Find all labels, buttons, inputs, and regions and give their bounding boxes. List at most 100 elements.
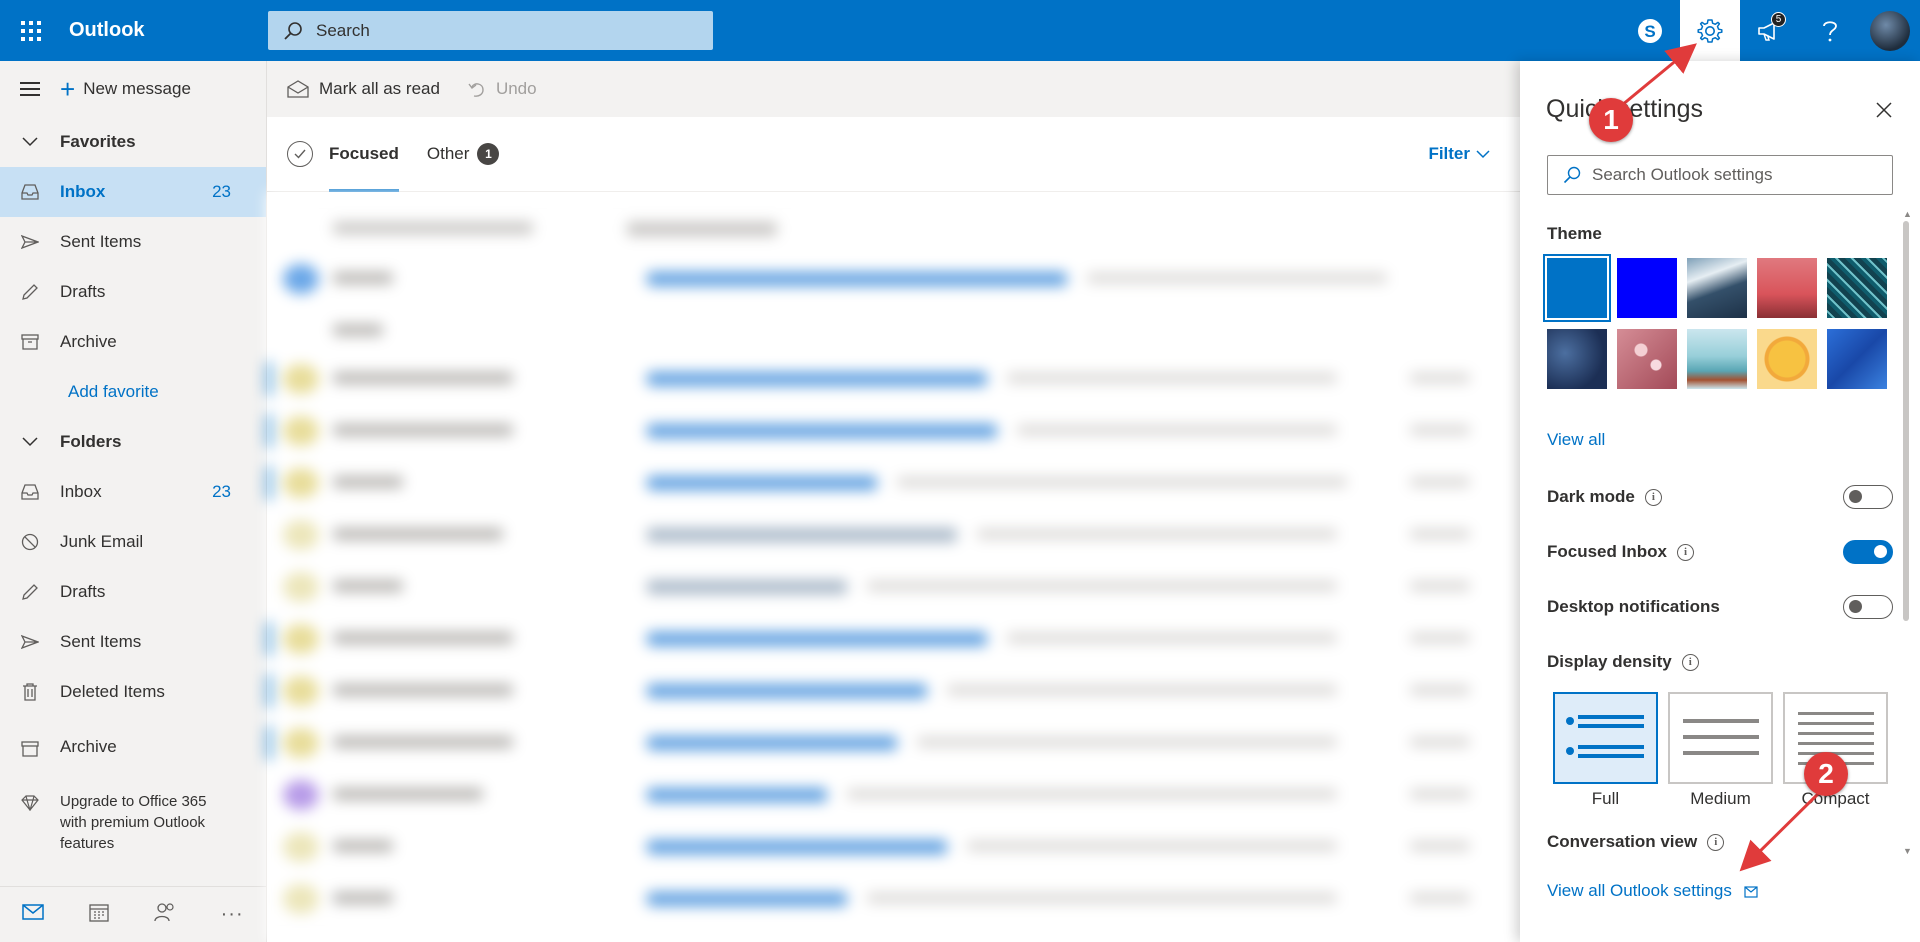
message-row[interactable] (267, 414, 1520, 448)
unread-accent (267, 466, 271, 500)
message-row[interactable] (267, 882, 1520, 916)
folder-label: Junk Email (60, 532, 144, 551)
density-full-label: Full (1591, 789, 1620, 808)
collapse-nav-button[interactable] (0, 82, 60, 96)
block-icon (0, 533, 60, 551)
theme-swatch-innovation[interactable] (1547, 329, 1607, 389)
add-favorite-link[interactable]: Add favorite (0, 367, 266, 417)
select-all-checkbox[interactable] (287, 141, 313, 167)
folder-inbox[interactable]: Inbox 23 (0, 467, 266, 517)
inbox-pivot: Focused Other 1 Filter (267, 117, 1520, 192)
folder-archive[interactable]: Archive (0, 717, 266, 757)
unread-accent (267, 674, 271, 708)
calendar-icon[interactable] (89, 902, 109, 927)
tab-focused[interactable]: Focused (329, 117, 399, 192)
favorites-header[interactable]: Favorites (0, 117, 266, 167)
date-placeholder (1410, 685, 1470, 695)
favorite-inbox[interactable]: Inbox 23 (0, 167, 266, 217)
settings-search-input[interactable]: Search Outlook settings (1547, 155, 1893, 195)
message-row[interactable] (267, 466, 1520, 500)
mail-icon[interactable] (22, 904, 45, 925)
date-placeholder (1410, 581, 1470, 591)
view-all-settings-link[interactable]: View all Outlook settings (1547, 881, 1760, 901)
theme-swatch-bright-blue[interactable] (1617, 258, 1677, 318)
info-icon[interactable]: i (1676, 543, 1694, 561)
subject-placeholder (647, 840, 947, 854)
message-row[interactable] (267, 518, 1520, 552)
help-button[interactable] (1800, 0, 1860, 61)
skype-icon: S (1638, 18, 1662, 43)
checkmark-icon (294, 149, 306, 159)
desktop-notifications-label: Desktop notifications (1547, 597, 1720, 616)
density-medium-label: Medium (1690, 789, 1751, 808)
whats-new-button[interactable]: 5 (1740, 0, 1800, 61)
info-icon[interactable]: i (1681, 653, 1699, 671)
info-icon[interactable]: i (1707, 833, 1725, 851)
conversation-view-row: Conversation view i (1547, 827, 1893, 857)
more-icon[interactable]: ··· (221, 903, 244, 926)
theme-swatch-blue[interactable] (1543, 254, 1611, 322)
theme-swatch-mountain[interactable] (1687, 258, 1747, 318)
focused-inbox-toggle[interactable] (1843, 540, 1893, 564)
view-all-themes-link[interactable]: View all (1547, 430, 1605, 450)
folders-header[interactable]: Folders (0, 417, 266, 467)
mark-all-read-label: Mark all as read (319, 79, 440, 98)
favorite-archive[interactable]: Archive (0, 317, 266, 367)
people-icon[interactable] (154, 902, 176, 927)
folder-sent-items[interactable]: Sent Items (0, 617, 266, 667)
close-button[interactable] (1870, 96, 1898, 124)
settings-button[interactable] (1680, 0, 1740, 61)
undo-button[interactable]: Undo (468, 79, 537, 99)
message-row[interactable] (267, 362, 1520, 396)
desktop-notifications-toggle[interactable] (1843, 595, 1893, 619)
settings-scrollbar[interactable] (1903, 221, 1909, 621)
message-row[interactable] (267, 314, 1520, 348)
tab-other[interactable]: Other 1 (427, 117, 500, 192)
message-row[interactable] (267, 726, 1520, 760)
filter-button[interactable]: Filter (1428, 144, 1490, 164)
info-icon[interactable]: i (1644, 488, 1662, 506)
send-icon (0, 235, 60, 249)
message-row[interactable] (267, 622, 1520, 656)
folder-drafts[interactable]: Drafts (0, 567, 266, 617)
conversation-view-label: Conversation view (1547, 832, 1698, 851)
favorites-label: Favorites (60, 132, 136, 151)
theme-swatch-waves[interactable] (1827, 329, 1887, 389)
density-medium-option[interactable] (1668, 692, 1773, 784)
unread-count: 23 (212, 482, 231, 501)
favorite-drafts[interactable]: Drafts (0, 267, 266, 317)
theme-swatch-circuit[interactable] (1827, 258, 1887, 318)
app-name[interactable]: Outlook (69, 19, 268, 42)
message-row[interactable] (267, 674, 1520, 708)
settings-search-placeholder: Search Outlook settings (1592, 165, 1773, 184)
toggle-knob (1849, 490, 1862, 503)
theme-swatch-palms[interactable] (1757, 258, 1817, 318)
account-avatar[interactable] (1870, 10, 1910, 51)
display-density-label: Display density (1547, 652, 1672, 671)
favorite-sent-items[interactable]: Sent Items (0, 217, 266, 267)
scroll-up-arrow[interactable]: ▲ (1903, 209, 1912, 219)
dark-mode-toggle[interactable] (1843, 485, 1893, 509)
message-row[interactable] (267, 778, 1520, 812)
date-placeholder (1410, 529, 1470, 539)
folder-label: Deleted Items (60, 682, 165, 701)
message-row[interactable] (267, 830, 1520, 864)
message-row[interactable] (267, 262, 1520, 296)
theme-swatch-surf[interactable] (1687, 329, 1747, 389)
new-message-button[interactable]: + New message (60, 76, 191, 102)
app-launcher-button[interactable] (0, 0, 61, 61)
folder-junk-email[interactable]: Junk Email (0, 517, 266, 567)
archive-icon (0, 741, 60, 757)
skype-button[interactable]: S (1620, 0, 1680, 61)
theme-swatch-bokeh[interactable] (1617, 329, 1677, 389)
theme-swatch-starfish[interactable] (1757, 329, 1817, 389)
message-row[interactable] (267, 570, 1520, 604)
plus-icon: + (60, 74, 76, 104)
density-full-option[interactable] (1553, 692, 1658, 784)
search-box[interactable]: Search (268, 11, 713, 50)
toggle-knob (1874, 545, 1887, 558)
upgrade-banner[interactable]: Upgrade to Office 365 with premium Outlo… (0, 783, 266, 854)
scroll-down-arrow[interactable]: ▼ (1903, 846, 1912, 856)
folder-deleted-items[interactable]: Deleted Items (0, 667, 266, 717)
mark-all-read-button[interactable]: Mark all as read (287, 79, 440, 99)
